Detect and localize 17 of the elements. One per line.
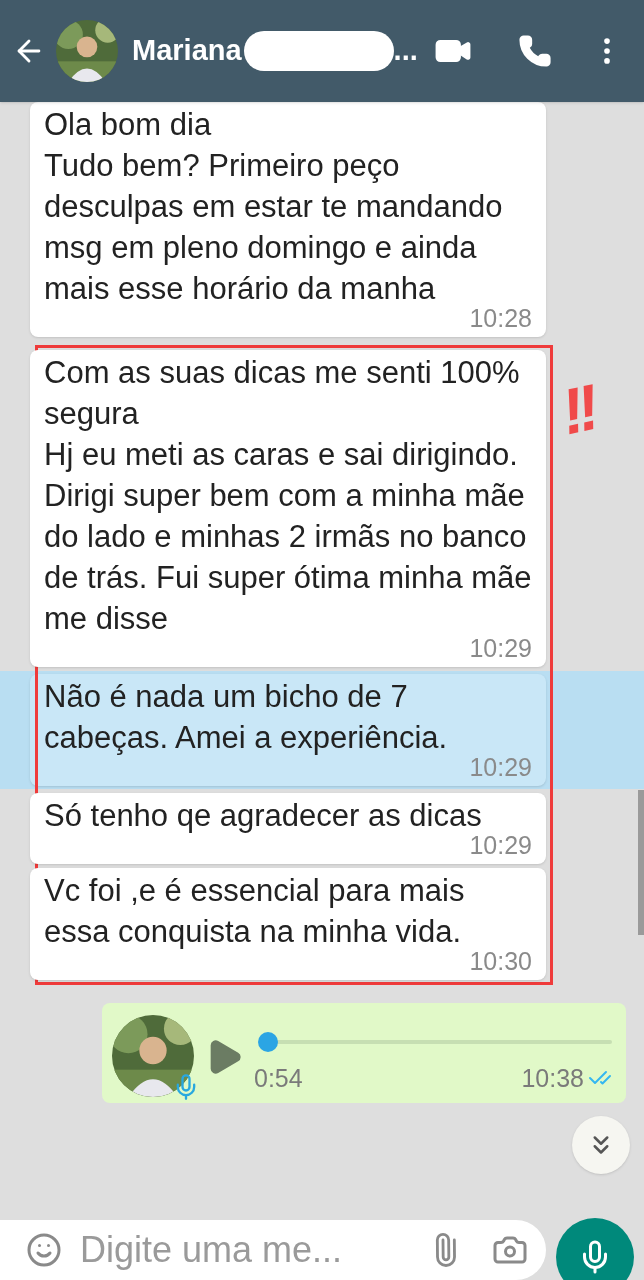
contact-name[interactable]: Mariana	[132, 29, 242, 73]
annotation-mark: !!	[555, 372, 600, 448]
message-time: 10:30	[469, 946, 532, 976]
message-time: 10:29	[469, 752, 532, 782]
audio-duration: 0:54	[254, 1063, 303, 1093]
message-input[interactable]: Digite uma me...	[0, 1220, 546, 1280]
message-time: 10:38	[521, 1063, 584, 1093]
message-row[interactable]: 0:54 10:38	[0, 993, 644, 1103]
message-row[interactable]: Vc foi ,e é essencial para mais essa conquista na minha vida. 10:30	[30, 868, 546, 980]
message-text-field[interactable]: Digite uma me...	[80, 1223, 428, 1277]
contact-name-ellipsis: ...	[393, 33, 418, 69]
message-text: Vc foi ,e é essencial para mais essa conquista na minha vida.	[44, 872, 466, 951]
message-row[interactable]: Ola bom dia Tudo bem? Primeiro peço desculpas em estar te mandando msg em pleno domingo e ainda mais esse horário da manha 10:28	[0, 102, 644, 337]
message-text: Não é nada um bicho de 7 cabeças. Amei a experiência.	[44, 678, 449, 757]
message-row[interactable]: Não é nada um bicho de 7 cabeças. Amei a experiência. 10:29	[0, 671, 644, 789]
message-row[interactable]: Só tenho qe agradecer as dicas 10:29	[30, 793, 546, 864]
message-row[interactable]: Com as suas dicas me senti 100% segura Hj eu meti as caras e sai dirigindo. Dirigi super bem com a minha mãe do lado e minhas 2 irmãs no banco de trás. Fui super ótima minha mãe me disse 10:29	[30, 350, 546, 667]
